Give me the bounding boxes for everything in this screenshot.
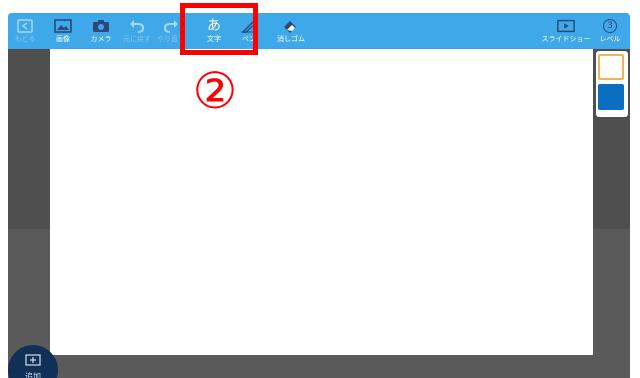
redo-arrow-icon: [162, 19, 180, 33]
add-label: 追加: [25, 372, 41, 378]
color-palette: [596, 51, 628, 117]
slideshow-button[interactable]: スライドショー: [541, 13, 591, 49]
level-number: 3: [607, 20, 613, 31]
camera-label: カメラ: [90, 35, 112, 43]
camera-button[interactable]: カメラ: [86, 13, 116, 49]
eraser-icon: [282, 19, 300, 33]
undo-arrow-icon: [128, 19, 146, 33]
text-button-highlight: [180, 3, 258, 55]
eraser-label: 消しゴム: [277, 35, 305, 43]
image-button[interactable]: 画像: [50, 13, 76, 49]
undo-button[interactable]: もどる: [10, 13, 40, 49]
level-label: レベル: [599, 35, 621, 43]
plus-icon: [25, 351, 41, 370]
image-label: 画像: [56, 35, 70, 43]
redo-back-button[interactable]: 元に戻す: [120, 13, 154, 49]
camera-icon: [92, 19, 110, 33]
left-gutter: [8, 49, 50, 229]
image-icon: [54, 19, 72, 33]
toolbar: もどる 画像 カメラ 元に戻す やり直す あ 文字 ペン 消しゴム スライドショ…: [8, 13, 630, 49]
redo-back-label: 元に戻す: [123, 35, 151, 43]
app-window: もどる 画像 カメラ 元に戻す やり直す あ 文字 ペン 消しゴム スライドショ…: [8, 13, 630, 378]
drawing-canvas[interactable]: [50, 49, 593, 355]
color-swatch-white[interactable]: [598, 54, 624, 80]
back-icon: [16, 19, 34, 33]
color-swatch-blue[interactable]: [598, 84, 624, 110]
play-icon: [557, 19, 575, 33]
undo-label: もどる: [14, 35, 36, 43]
slideshow-label: スライドショー: [541, 35, 591, 43]
level-circle-icon: 3: [603, 19, 617, 33]
eraser-button[interactable]: 消しゴム: [274, 13, 308, 49]
step-marker: ②: [192, 62, 238, 120]
level-button[interactable]: 3 レベル: [596, 13, 624, 49]
